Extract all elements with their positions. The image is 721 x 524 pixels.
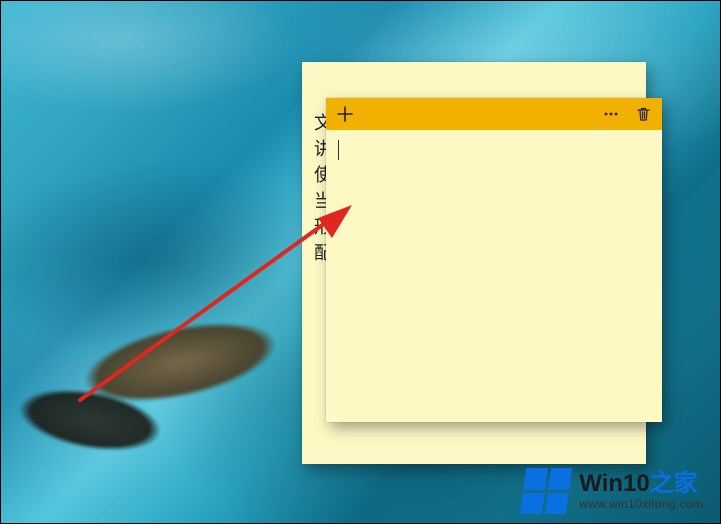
delete-note-button[interactable] <box>632 103 654 125</box>
desktop-wallpaper: 文 讲 使 当 形 配 <box>0 0 721 524</box>
new-note-button[interactable] <box>334 103 356 125</box>
windows-logo-icon <box>520 468 572 514</box>
plus-icon <box>337 106 353 122</box>
note-menu-button[interactable] <box>600 103 622 125</box>
ellipsis-icon <box>603 106 619 122</box>
watermark-brand: Win10之家 <box>579 471 703 497</box>
text-caret <box>338 140 339 160</box>
sticky-note-toolbar <box>326 98 662 130</box>
trash-icon <box>636 106 651 122</box>
sticky-note-editor[interactable] <box>326 130 662 422</box>
watermark: Win10之家 www.win10xitong.com <box>523 468 703 514</box>
sticky-note-front[interactable] <box>326 98 662 422</box>
watermark-url: www.win10xitong.com <box>579 498 703 511</box>
